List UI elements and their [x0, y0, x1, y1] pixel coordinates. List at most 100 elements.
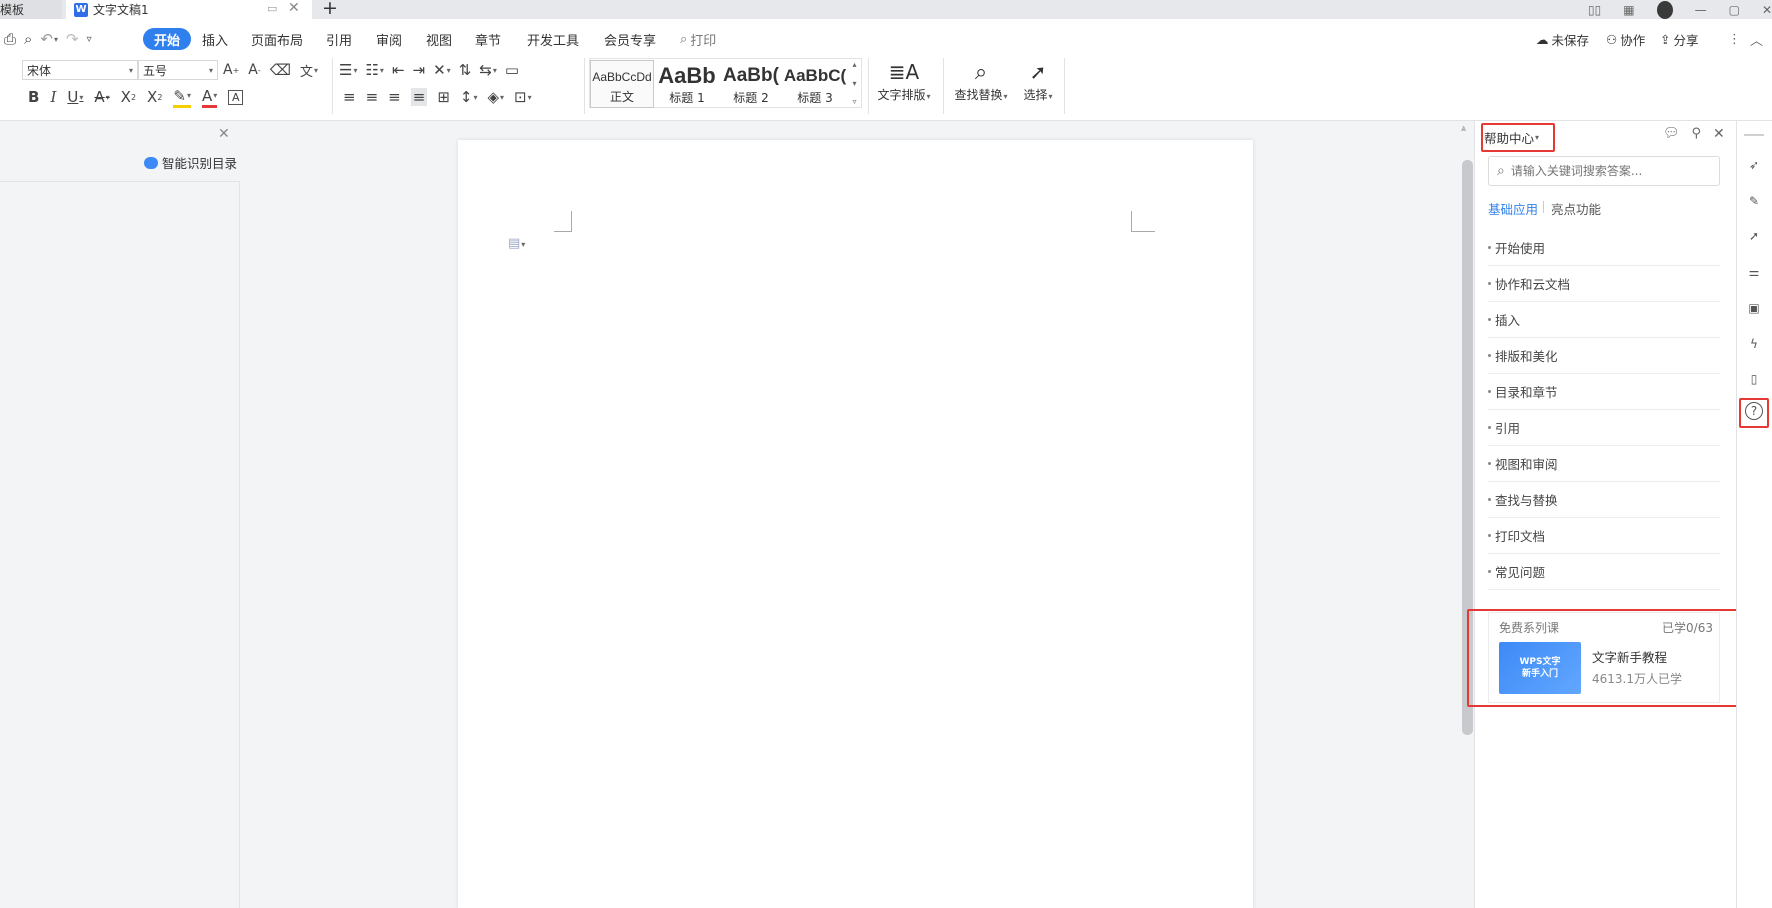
text-layout-button[interactable]: ≣A 文字排版▾	[873, 60, 935, 103]
help-icon[interactable]: ?	[1745, 402, 1763, 420]
pin-icon[interactable]: ▭	[267, 2, 277, 15]
expand-gallery-icon[interactable]: ▿	[852, 97, 856, 106]
styles-scroll[interactable]: ▴ ▾ ▿	[849, 60, 860, 106]
print-preview-icon[interactable]: ⌕	[24, 30, 32, 48]
tab-chapter[interactable]: 章节	[475, 28, 501, 50]
phonetic-icon[interactable]: 文 ▾	[300, 61, 318, 80]
tab-review[interactable]: 审阅	[376, 28, 402, 50]
tab-templates[interactable]: 模板	[0, 0, 62, 19]
close-window-icon[interactable]: ✕	[1762, 3, 1772, 17]
course-thumbnail[interactable]: WPS文字 新手入门	[1499, 642, 1581, 694]
close-pane-icon[interactable]: ✕	[218, 126, 230, 142]
help-item[interactable]: 视图和审阅	[1488, 446, 1720, 482]
avatar[interactable]	[1656, 0, 1673, 19]
char-border-icon[interactable]: A	[228, 89, 244, 105]
chevron-up-icon[interactable]: ▴	[852, 60, 856, 69]
style-normal[interactable]: AaBbCcDd 正文	[590, 60, 654, 108]
unsaved-button[interactable]: ☁ 未保存	[1536, 28, 1589, 50]
line-spacing-icon[interactable]: ↕ ▾	[460, 88, 478, 106]
pin-icon[interactable]: ⚲	[1692, 126, 1702, 142]
apps-grid-icon[interactable]: ▦	[1623, 3, 1634, 17]
shading-icon[interactable]: ◈ ▾	[487, 88, 504, 106]
help-search-box[interactable]: ⌕	[1488, 156, 1720, 186]
document-page[interactable]: ▤▾	[458, 140, 1253, 908]
tab-insert[interactable]: 插入	[202, 28, 228, 50]
grow-font-icon[interactable]: A +	[223, 62, 239, 78]
scroll-up-icon[interactable]: ⩓	[1461, 124, 1466, 134]
tab-references[interactable]: 引用	[326, 28, 352, 50]
superscript-icon[interactable]: X2	[121, 88, 136, 106]
distribute-icon[interactable]: ⊞	[437, 88, 450, 106]
layout-icon[interactable]: ▯▯	[1588, 3, 1601, 17]
font-family-select[interactable]: 宋体 ▾	[22, 60, 138, 80]
pen-icon[interactable]: ✎	[1743, 190, 1765, 212]
tab-page-layout[interactable]: 页面布局	[251, 28, 303, 50]
help-item[interactable]: 引用	[1488, 410, 1720, 446]
undo-icon[interactable]: ↶ ▾	[40, 30, 58, 48]
subscript-icon[interactable]: X2	[147, 88, 162, 106]
paragraph-options-icon[interactable]: ▤▾	[508, 236, 525, 251]
help-item[interactable]: 目录和章节	[1488, 374, 1720, 410]
bullet-list-icon[interactable]: ☰ ▾	[339, 61, 357, 79]
image-search-icon[interactable]: ▣	[1743, 297, 1765, 319]
select-button[interactable]: ➚ 选择▾	[1016, 60, 1060, 103]
decrease-indent-icon[interactable]: ⇤	[392, 61, 405, 79]
shrink-font-icon[interactable]: A-	[248, 62, 260, 78]
help-item[interactable]: 排版和美化	[1488, 338, 1720, 374]
chevron-down-icon[interactable]: ▾	[852, 79, 856, 88]
underline-icon[interactable]: U ▾	[67, 88, 83, 106]
feedback-icon[interactable]: 💬︎	[1663, 126, 1680, 142]
find-replace-button[interactable]: ⌕ 查找替换▾	[950, 60, 1012, 103]
align-right-icon[interactable]: ≡	[388, 88, 401, 106]
collapse-ribbon-icon[interactable]: ︿	[1750, 28, 1763, 50]
bold-icon[interactable]: B	[28, 88, 39, 106]
help-item[interactable]: 协作和云文档	[1488, 266, 1720, 302]
help-item[interactable]: 打印文档	[1488, 518, 1720, 554]
sort-icon[interactable]: ⇅	[459, 61, 472, 79]
tab-member[interactable]: 会员专享	[604, 28, 656, 50]
strikethrough-icon[interactable]: A ▾	[94, 88, 109, 106]
style-heading-1[interactable]: AaBb 标题 1	[656, 60, 718, 108]
tab-developer[interactable]: 开发工具	[527, 28, 579, 50]
tab-start[interactable]: 开始	[143, 28, 192, 50]
font-color-icon[interactable]: A ▾	[202, 87, 218, 108]
align-left-icon[interactable]: ≡	[343, 88, 356, 106]
sliders-icon[interactable]: ⚌	[1743, 261, 1765, 283]
smart-toc-button[interactable]: 智能识别目录	[144, 153, 237, 172]
help-item[interactable]: 插入	[1488, 302, 1720, 338]
help-title-dropdown[interactable]: 帮助中心 ▾	[1484, 128, 1539, 147]
tab-basic-apps[interactable]: 基础应用	[1488, 199, 1538, 218]
help-item[interactable]: 常见问题	[1488, 554, 1720, 590]
style-heading-2[interactable]: AaBb( 标题 2	[720, 60, 782, 108]
minimize-icon[interactable]: —	[1695, 3, 1707, 17]
italic-icon[interactable]: I	[50, 88, 56, 106]
cursor-icon[interactable]: ➚	[1743, 225, 1765, 247]
justify-icon[interactable]: ≡	[410, 88, 428, 106]
close-tab-icon[interactable]: ✕	[288, 0, 300, 16]
borders-icon[interactable]: ⊡ ▾	[514, 88, 532, 106]
text-direction-icon[interactable]: ⇆ ▾	[479, 61, 497, 79]
align-center-icon[interactable]: ≡	[366, 88, 379, 106]
close-help-icon[interactable]: ✕	[1713, 126, 1725, 142]
style-heading-3[interactable]: AaBbC( 标题 3	[784, 60, 846, 108]
font-size-select[interactable]: 五号 ▾	[138, 60, 218, 80]
chinese-layout-icon[interactable]: ✕ ▾	[433, 61, 451, 79]
more-icon[interactable]: ⋮	[1728, 28, 1741, 50]
numbered-list-icon[interactable]: ☷ ▾	[365, 61, 383, 79]
print-icon[interactable]: ⎙	[4, 30, 16, 48]
redo-icon[interactable]: ↷	[66, 30, 79, 48]
book-icon[interactable]: ▯	[1743, 368, 1765, 390]
print-search[interactable]: ⌕ 打印	[680, 28, 716, 50]
add-tab-button[interactable]: +	[322, 0, 338, 19]
increase-indent-icon[interactable]: ⇥	[413, 61, 426, 79]
help-item[interactable]: 查找与替换	[1488, 482, 1720, 518]
customize-icon[interactable]: ▿	[87, 34, 92, 45]
tab-view[interactable]: 视图	[426, 28, 452, 50]
ruler-icon[interactable]: ▭	[505, 61, 519, 79]
rocket-icon[interactable]: ➶	[1743, 154, 1765, 176]
tab-highlight-features[interactable]: 亮点功能	[1551, 199, 1601, 218]
lightning-icon[interactable]: ϟ	[1743, 333, 1765, 355]
highlight-icon[interactable]: ✎ ▾	[173, 87, 191, 108]
share-button[interactable]: ⇪ 分享	[1660, 28, 1699, 50]
course-card[interactable]: 免费系列课 已学0/63 WPS文字 新手入门 文字新手教程 4613.1万人已…	[1488, 612, 1720, 703]
